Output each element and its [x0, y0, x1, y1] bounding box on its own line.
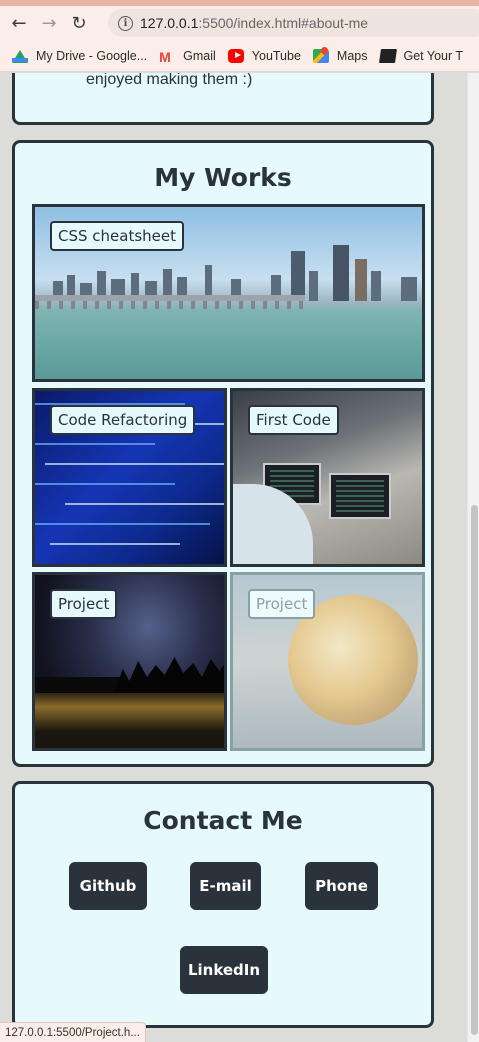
work-tile-code-refactoring[interactable]: Code Refactoring [32, 388, 227, 567]
status-bar-url: 127.0.0.1:5500/Project.h... [0, 1022, 146, 1042]
bookmark-label: Gmail [183, 48, 216, 63]
email-button[interactable]: E-mail [190, 862, 261, 910]
maps-icon [312, 48, 329, 63]
url-text: 127.0.0.1:5500/index.html#about-me [140, 15, 368, 31]
bookmark-my-drive[interactable]: My Drive - Google... [12, 49, 147, 63]
bookmark-label: Get Your T [403, 48, 464, 63]
bridge-shape [35, 295, 305, 309]
about-text: enjoyed making them :) [86, 73, 253, 88]
scrollbar-thumb[interactable] [471, 505, 478, 1035]
my-works-section: My Works CSS cheatsheet Code Refactoring… [12, 140, 434, 767]
bookmark-label: YouTube [251, 48, 301, 63]
phone-button[interactable]: Phone [305, 862, 378, 910]
bookmark-label: Maps [336, 48, 368, 63]
linkedin-button[interactable]: LinkedIn [180, 946, 268, 994]
bookmark-youtube[interactable]: YouTube [227, 48, 301, 63]
forward-icon[interactable]: → [34, 8, 64, 38]
works-title: My Works [154, 163, 292, 192]
scrollbar[interactable] [467, 73, 479, 1042]
contact-me-section: Contact Me Github E-mail Phone LinkedIn [12, 781, 434, 1028]
browser-toolbar: ← → ↻ i 127.0.0.1:5500/index.html#about-… [0, 6, 479, 40]
tile-label: Project [248, 589, 316, 619]
google-drive-icon [12, 49, 28, 63]
url-host: 127.0.0.1 [140, 15, 199, 31]
contact-title: Contact Me [143, 806, 303, 835]
work-tile-project-2[interactable]: Project [230, 572, 425, 751]
bookmark-gmail[interactable]: M Gmail [159, 48, 216, 65]
bookmarks-bar: My Drive - Google... M Gmail YouTube Maps… [0, 40, 479, 72]
work-tile-css-cheatsheet[interactable]: CSS cheatsheet [32, 204, 425, 382]
reload-icon[interactable]: ↻ [64, 8, 94, 38]
address-bar[interactable]: i 127.0.0.1:5500/index.html#about-me [108, 9, 479, 37]
gmail-icon: M [159, 48, 171, 65]
tile-label: Code Refactoring [50, 405, 196, 435]
page-viewport: enjoyed making them :) My Works CSS chea… [0, 73, 479, 1042]
bookmark-maps[interactable]: Maps [312, 48, 368, 63]
github-button[interactable]: Github [69, 862, 147, 910]
bookmark-get-your[interactable]: Get Your T [378, 48, 464, 63]
site-info-icon[interactable]: i [118, 15, 133, 31]
youtube-icon [227, 48, 244, 63]
work-tile-first-code[interactable]: First Code [230, 388, 425, 567]
tile-label: First Code [248, 405, 339, 435]
book-icon [378, 48, 397, 63]
url-path: :5500/index.html#about-me [198, 15, 369, 31]
bookmark-label: My Drive - Google... [36, 48, 148, 63]
work-tile-project-1[interactable]: Project [32, 572, 227, 751]
back-icon[interactable]: ← [4, 8, 34, 38]
about-me-section: enjoyed making them :) [12, 73, 434, 125]
tile-label: CSS cheatsheet [50, 221, 185, 251]
tile-label: Project [50, 589, 118, 619]
